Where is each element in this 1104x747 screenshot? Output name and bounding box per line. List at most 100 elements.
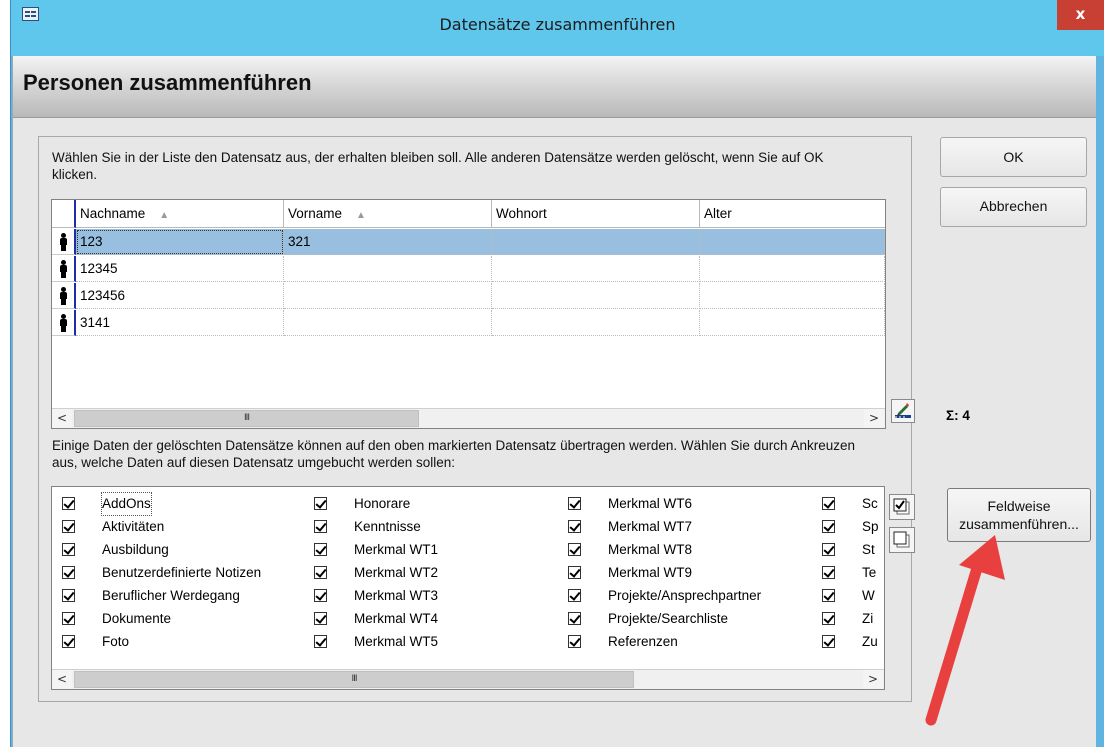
checklist-item-label: Benutzerdefinierte Notizen (102, 565, 262, 580)
scroll-left-arrow[interactable]: < (52, 670, 72, 689)
close-button[interactable]: x (1057, 0, 1104, 30)
select-all-button[interactable] (889, 494, 915, 520)
checkbox[interactable] (314, 612, 327, 625)
checklist-item-label: Zi (862, 611, 874, 626)
record-selector[interactable] (52, 283, 76, 309)
checklist-item-label: Beruflicher Werdegang (102, 588, 240, 603)
column-header-vorname[interactable]: Vorname ▲ (284, 200, 492, 228)
checkbox[interactable] (62, 566, 75, 579)
cell-wohnort[interactable] (492, 229, 700, 255)
checkbox[interactable] (568, 497, 581, 510)
checklist-item-label: Merkmal WT7 (608, 519, 692, 534)
checkbox[interactable] (822, 543, 835, 556)
title-bar[interactable]: Datensätze zusammenführen x (11, 0, 1104, 56)
checklist-horizontal-scrollbar[interactable]: < III > (52, 669, 884, 689)
checkbox[interactable] (568, 635, 581, 648)
record-selector[interactable] (52, 310, 76, 336)
column-header-wohnort[interactable]: Wohnort (492, 200, 700, 228)
checkbox[interactable] (62, 543, 75, 556)
checklist-item-label: Sp (862, 519, 879, 534)
checkbox[interactable] (314, 520, 327, 533)
form-header: Personen zusammenführen (13, 56, 1096, 118)
checkbox[interactable] (822, 566, 835, 579)
checklist-item-label: Ausbildung (102, 542, 169, 557)
window-title: Datensätze zusammenführen (439, 15, 676, 34)
checkbox[interactable] (822, 589, 835, 602)
checkbox[interactable] (314, 566, 327, 579)
sort-icon: ▲ (159, 210, 170, 221)
record-selector[interactable] (52, 229, 76, 255)
checkbox[interactable] (62, 589, 75, 602)
checkbox[interactable] (568, 589, 581, 602)
checklist-item-label: Merkmal WT1 (354, 542, 438, 557)
checklist-item-label: Zu (862, 634, 878, 649)
checkbox[interactable] (62, 635, 75, 648)
checkbox[interactable] (62, 520, 75, 533)
column-header-label: Vorname (288, 206, 343, 221)
checklist-item-label: Merkmal WT5 (354, 634, 438, 649)
checklist-item-label: W (862, 588, 875, 603)
instruction-bottom: Einige Daten der gelöschten Datensätze k… (52, 438, 856, 470)
transfer-data-checklist[interactable]: < III > AddOns Aktivitäten Ausbildung Benut… (51, 486, 885, 690)
column-header-alter[interactable]: Alter (700, 200, 885, 228)
cell-nachname[interactable]: 123456 (76, 283, 284, 309)
checkbox[interactable] (62, 612, 75, 625)
scroll-left-arrow[interactable]: < (52, 409, 72, 428)
checkbox[interactable] (568, 543, 581, 556)
cell-wohnort[interactable] (492, 310, 700, 336)
checkbox[interactable] (314, 543, 327, 556)
checklist-item-label: Kenntnisse (354, 519, 421, 534)
cell-alter[interactable] (700, 256, 885, 282)
cell-nachname[interactable]: 123 (76, 229, 284, 255)
checkbox[interactable] (568, 520, 581, 533)
checklist-item-label: Foto (102, 634, 130, 649)
checkbox[interactable] (822, 520, 835, 533)
person-icon (59, 259, 67, 278)
checkbox[interactable] (822, 612, 835, 625)
checkbox[interactable] (62, 497, 75, 510)
checkbox[interactable] (822, 497, 835, 510)
checkbox[interactable] (822, 635, 835, 648)
checkbox[interactable] (314, 635, 327, 648)
cell-vorname[interactable] (284, 256, 492, 282)
checkbox[interactable] (568, 566, 581, 579)
cell-nachname[interactable]: 3141 (76, 310, 284, 336)
cell-nachname[interactable]: 12345 (76, 256, 284, 282)
cell-wohnort[interactable] (492, 283, 700, 309)
checklist-item-label: Merkmal WT3 (354, 588, 438, 603)
checklist-item-label: Honorare (354, 496, 411, 511)
cell-vorname[interactable] (284, 283, 492, 309)
fieldwise-merge-label-line1: Feldweise (987, 498, 1051, 514)
cell-vorname[interactable]: 321 (284, 229, 492, 255)
form-title: Personen zusammenführen (23, 70, 312, 95)
checklist-item-label: Te (862, 565, 877, 580)
scroll-right-arrow[interactable]: > (863, 670, 883, 689)
edit-record-button[interactable] (891, 399, 915, 423)
uncheck-all-icon (893, 531, 910, 548)
cell-alter[interactable] (700, 283, 885, 309)
scrollbar-thumb[interactable]: III (74, 410, 419, 427)
cancel-button[interactable]: Abbrechen (940, 187, 1087, 227)
checklist-item-label: Sc (862, 496, 878, 511)
annotation-arrow-icon (925, 535, 1005, 726)
scrollbar-thumb[interactable]: III (74, 671, 634, 688)
cell-wohnort[interactable] (492, 256, 700, 282)
column-header-label: Alter (704, 206, 732, 221)
select-none-button[interactable] (889, 527, 915, 553)
ok-button[interactable]: OK (940, 137, 1087, 177)
cell-alter[interactable] (700, 229, 885, 255)
scroll-right-arrow[interactable]: > (864, 409, 884, 428)
checklist-item-label: Merkmal WT2 (354, 565, 438, 580)
records-grid[interactable]: Nachname ▲ Vorname ▲ Wohnort Alter 123 321… (51, 199, 886, 429)
checklist-item-label: Dokumente (102, 611, 172, 626)
grid-horizontal-scrollbar[interactable]: < III > (52, 408, 885, 428)
checkbox[interactable] (568, 612, 581, 625)
cell-vorname[interactable] (284, 310, 492, 336)
cell-alter[interactable] (700, 310, 885, 336)
checkbox[interactable] (314, 589, 327, 602)
checkbox[interactable] (314, 497, 327, 510)
column-header-label: Wohnort (496, 206, 547, 221)
column-header-nachname[interactable]: Nachname ▲ (76, 200, 284, 228)
grid-corner (52, 200, 76, 228)
record-selector[interactable] (52, 256, 76, 282)
